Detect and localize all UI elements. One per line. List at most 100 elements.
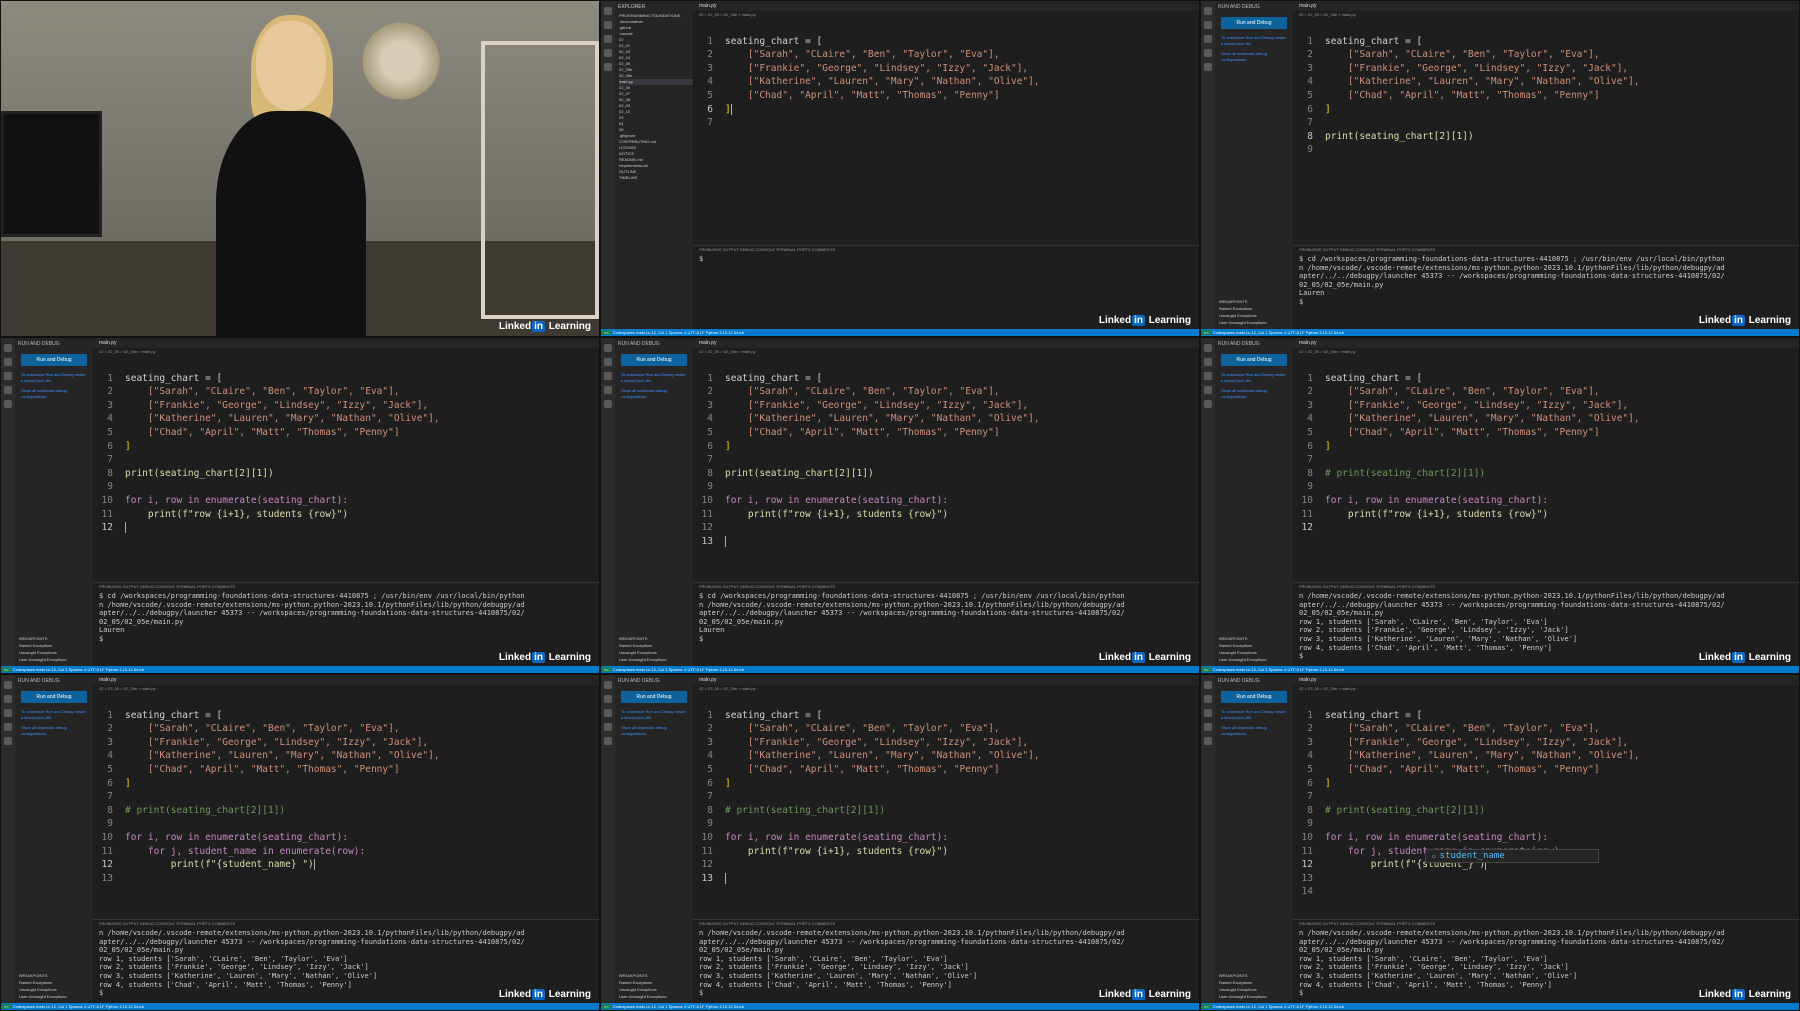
editor-tab[interactable]: main.py [1293, 1, 1799, 11]
code-editor[interactable]: 1 seating_chart = [ 2 ["Sarah", "CLaire",… [93, 695, 599, 895]
terminal[interactable]: n /home/vscode/.vscode-remote/extensions… [1293, 929, 1739, 999]
code-editor[interactable]: 1 seating_chart = [ 2 ["Sarah", "CLaire",… [693, 21, 1199, 221]
editor-tab[interactable]: main.py [693, 675, 1199, 685]
remote-indicator[interactable]: >< [1201, 1004, 1212, 1009]
launch-json-link[interactable]: To customize Run and Debug create a laun… [615, 707, 693, 723]
code-editor[interactable]: 1 seating_chart = [ 2 ["Sarah", "CLaire",… [1293, 21, 1799, 221]
vscode-frame-9: RUN AND DEBUG Run and Debug To customize… [1200, 674, 1800, 1011]
show-configs-link[interactable]: Show all automatic debug configurations. [15, 723, 93, 739]
activity-bar[interactable] [1, 675, 15, 1010]
activity-bar[interactable] [1201, 675, 1215, 1010]
vscode-frame-4: RUN AND DEBUG Run and Debug To customize… [0, 337, 600, 674]
activity-bar[interactable] [1201, 338, 1215, 673]
explorer-sidebar: EXPLORER PROGRAMMING-FOUNDATIONS .devcont… [615, 1, 694, 336]
terminal[interactable]: n /home/vscode/.vscode-remote/extensions… [1293, 592, 1739, 662]
activity-bar[interactable] [1201, 1, 1215, 336]
panel-tabs[interactable]: PROBLEMS OUTPUT DEBUG CONSOLE TERMINAL P… [693, 919, 1199, 928]
breakpoints-panel: BREAKPOINTS Raised Exceptions Uncaught Exc… [19, 636, 67, 662]
sidebar-title: RUN AND DEBUG [618, 341, 660, 347]
run-debug-sidebar: RUN AND DEBUG Run and Debug To customize… [15, 675, 94, 1010]
launch-json-link[interactable]: To customize Run and Debug create a laun… [1215, 707, 1293, 723]
run-and-debug-button[interactable]: Run and Debug [621, 691, 687, 703]
editor-tab[interactable]: main.py [93, 675, 599, 685]
file-tree[interactable]: PROGRAMMING-FOUNDATIONS .devcontainer .git… [615, 13, 693, 181]
panel-tabs[interactable]: PROBLEMS OUTPUT DEBUG CONSOLE TERMINAL P… [693, 245, 1199, 254]
editor-tab[interactable]: main.py [693, 338, 1199, 348]
panel-tabs[interactable]: PROBLEMS OUTPUT DEBUG CONSOLE TERMINAL P… [1293, 919, 1799, 928]
status-bar: >< Codespaces main Ln 12, Col 1 Spaces: … [1201, 329, 1799, 336]
launch-json-link[interactable]: To customize Run and Debug create a laun… [15, 370, 93, 386]
terminal[interactable]: $ cd /workspaces/programming-foundations… [693, 592, 1139, 662]
editor-tab[interactable]: main.py [1293, 675, 1799, 685]
panel-tabs[interactable]: PROBLEMS OUTPUT DEBUG CONSOLE TERMINAL P… [1293, 582, 1799, 591]
remote-indicator[interactable]: >< [1201, 330, 1212, 335]
linkedin-learning-watermark: Linked in Learning [1698, 989, 1791, 1000]
terminal[interactable]: n /home/vscode/.vscode-remote/extensions… [693, 929, 1139, 999]
code-editor[interactable]: 1 seating_chart = [ 2 ["Sarah", "CLaire",… [693, 358, 1199, 558]
activity-bar[interactable] [601, 675, 615, 1010]
run-and-debug-button[interactable]: Run and Debug [21, 691, 87, 703]
launch-json-link[interactable]: To customize Run and Debug create a laun… [615, 370, 693, 386]
panel-tabs[interactable]: PROBLEMS OUTPUT DEBUG CONSOLE TERMINAL P… [693, 582, 1199, 591]
terminal[interactable]: $ cd /workspaces/programming-foundations… [93, 592, 539, 662]
launch-json-link[interactable]: To customize Run and Debug create a laun… [15, 707, 93, 723]
run-and-debug-button[interactable]: Run and Debug [621, 354, 687, 366]
breadcrumb: 02 > 02_05 > 02_05e > main.py [1299, 349, 1356, 354]
show-configs-link[interactable]: Show all automatic debug configurations. [1215, 49, 1293, 65]
sidebar-title: RUN AND DEBUG [618, 678, 660, 684]
activity-bar[interactable] [601, 338, 615, 673]
remote-indicator[interactable]: >< [1, 1004, 12, 1009]
run-debug-sidebar: RUN AND DEBUG Run and Debug To customize… [1215, 675, 1294, 1010]
status-bar: >< Codespaces main Ln 12, Col 1 Spaces: … [601, 329, 1199, 336]
linkedin-learning-watermark: Linked in Learning [498, 652, 591, 663]
code-editor[interactable]: 1 seating_chart = [ 2 ["Sarah", "CLaire",… [693, 695, 1199, 895]
breadcrumb: 02 > 02_05 > 02_05e > main.py [699, 349, 756, 354]
launch-json-link[interactable]: To customize Run and Debug create a laun… [1215, 370, 1293, 386]
show-configs-link[interactable]: Show all automatic debug configurations. [1215, 723, 1293, 739]
file-tree-item[interactable]: TIMELINE [619, 175, 693, 181]
editor-tab[interactable]: main.py [693, 1, 1199, 11]
show-configs-link[interactable]: Show all automatic debug configurations. [15, 386, 93, 402]
status-bar: >< Codespaces main Ln 12, Col 1 Spaces: … [601, 666, 1199, 673]
panel-tabs[interactable]: PROBLEMS OUTPUT DEBUG CONSOLE TERMINAL P… [93, 582, 599, 591]
code-editor[interactable]: 1 seating_chart = [ 2 ["Sarah", "CLaire",… [1293, 695, 1799, 898]
run-and-debug-button[interactable]: Run and Debug [1221, 691, 1287, 703]
show-configs-link[interactable]: Show all automatic debug configurations. [1215, 386, 1293, 402]
remote-indicator[interactable]: >< [1, 667, 12, 672]
linkedin-learning-watermark: Linked in Learning [1098, 652, 1191, 663]
linkedin-learning-watermark: Linked in Learning [1098, 315, 1191, 326]
editor-tab[interactable]: main.py [93, 338, 599, 348]
sidebar-title: RUN AND DEBUG [1218, 4, 1260, 10]
editor-tab[interactable]: main.py [1293, 338, 1799, 348]
terminal[interactable]: $ cd /workspaces/programming-foundations… [1293, 255, 1739, 325]
run-and-debug-button[interactable]: Run and Debug [1221, 354, 1287, 366]
activity-bar[interactable] [601, 1, 615, 336]
show-configs-link[interactable]: Show all automatic debug configurations. [615, 723, 693, 739]
run-debug-sidebar: RUN AND DEBUG Run and Debug To customize… [615, 675, 694, 1010]
run-debug-sidebar: RUN AND DEBUG Run and Debug To customize… [1215, 1, 1294, 336]
remote-indicator[interactable]: >< [1201, 667, 1212, 672]
run-debug-sidebar: RUN AND DEBUG Run and Debug To customize… [615, 338, 694, 673]
video-thumbnail-grid: Linked in Learning EXPLORER PROGRAMMING-F… [0, 0, 1800, 1011]
terminal[interactable]: n /home/vscode/.vscode-remote/extensions… [93, 929, 539, 999]
panel-tabs[interactable]: PROBLEMS OUTPUT DEBUG CONSOLE TERMINAL P… [93, 919, 599, 928]
breadcrumb: 02 > 02_05 > 02_05e > main.py [699, 12, 756, 17]
linkedin-learning-watermark: Linked in Learning [1698, 315, 1791, 326]
code-editor[interactable]: 1 seating_chart = [ 2 ["Sarah", "CLaire",… [1293, 358, 1799, 558]
run-and-debug-button[interactable]: Run and Debug [1221, 17, 1287, 29]
autocomplete-suggestion[interactable]: ▭ student_name [1425, 849, 1599, 863]
remote-indicator[interactable]: >< [601, 667, 612, 672]
activity-bar[interactable] [1, 338, 15, 673]
terminal[interactable]: $ [693, 255, 1139, 325]
code-editor[interactable]: 1 seating_chart = [ 2 ["Sarah", "CLaire",… [93, 358, 599, 558]
sidebar-title: RUN AND DEBUG [1218, 341, 1260, 347]
linkedin-learning-watermark: Linked in Learning [498, 321, 591, 332]
run-and-debug-button[interactable]: Run and Debug [21, 354, 87, 366]
show-configs-link[interactable]: Show all automatic debug configurations. [615, 386, 693, 402]
launch-json-link[interactable]: To customize Run and Debug create a laun… [1215, 33, 1293, 49]
remote-indicator[interactable]: >< [601, 1004, 612, 1009]
status-bar: >< Codespaces main Ln 12, Col 1 Spaces: … [1201, 1003, 1799, 1010]
panel-tabs[interactable]: PROBLEMS OUTPUT DEBUG CONSOLE TERMINAL P… [1293, 245, 1799, 254]
status-bar: >< Codespaces main Ln 12, Col 1 Spaces: … [1, 666, 599, 673]
remote-indicator[interactable]: >< [601, 330, 612, 335]
